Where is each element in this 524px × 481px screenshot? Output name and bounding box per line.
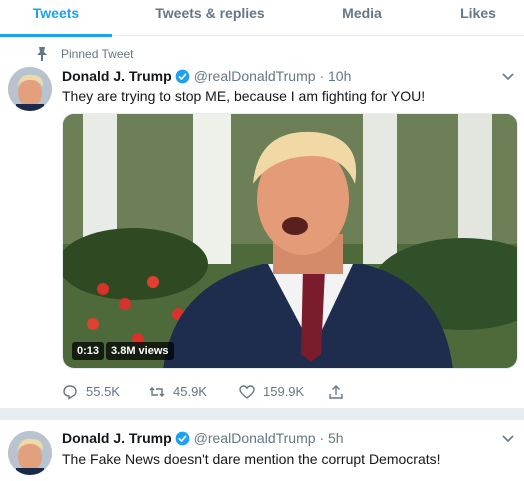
reply-icon <box>63 385 77 400</box>
timeline-separator <box>0 408 524 420</box>
avatar-image <box>8 67 52 111</box>
tweet-header: Donald J. Trump @realDonaldTrump · 10h <box>62 67 351 85</box>
pinned-label: Pinned Tweet <box>61 47 134 61</box>
video-thumbnail <box>63 114 517 368</box>
retweet-count: 45.9K <box>173 384 207 399</box>
verified-badge-icon <box>175 431 190 446</box>
tweet-timestamp[interactable]: 10h <box>328 68 351 84</box>
reply-count: 55.5K <box>86 384 120 399</box>
author-name[interactable]: Donald J. Trump <box>62 68 172 84</box>
separator-dot: · <box>319 68 325 84</box>
tweet-actions: 55.5K 45.9K 159.9K <box>62 382 362 402</box>
author-name[interactable]: Donald J. Trump <box>62 430 172 446</box>
pin-icon <box>37 47 47 61</box>
tweet[interactable]: Donald J. Trump @realDonaldTrump · 5h The… <box>0 420 524 481</box>
share-icon <box>329 385 343 399</box>
chevron-down-icon[interactable] <box>500 430 516 446</box>
profile-tabs: Tweets Tweets & replies Media Likes <box>0 0 524 37</box>
tweet-timestamp[interactable]: 5h <box>328 430 344 446</box>
author-handle[interactable]: @realDonaldTrump <box>194 68 316 84</box>
avatar[interactable] <box>8 67 52 111</box>
chevron-down-icon[interactable] <box>500 68 516 84</box>
verified-badge-icon <box>175 69 190 84</box>
author-handle[interactable]: @realDonaldTrump <box>194 430 316 446</box>
tweet-text: The Fake News doesn't dare mention the c… <box>62 451 441 467</box>
video-info-badge: 0:13 3.8M views <box>72 342 174 360</box>
tweet-pinned[interactable]: Pinned Tweet Donald J. Trump @realDonaldT… <box>0 36 524 408</box>
video-duration: 0:13 <box>72 342 105 360</box>
avatar[interactable] <box>8 431 52 475</box>
tab-media[interactable]: Media <box>330 0 394 36</box>
tab-tweets[interactable]: Tweets <box>0 0 112 37</box>
heart-icon <box>239 385 255 399</box>
tweet-text: They are trying to stop ME, because I am… <box>62 88 426 104</box>
tab-tweets-and-replies[interactable]: Tweets & replies <box>150 0 270 36</box>
video-player[interactable]: 0:13 3.8M views <box>62 113 518 369</box>
avatar-image <box>8 431 52 475</box>
separator-dot: · <box>319 430 325 446</box>
retweet-icon <box>149 387 165 397</box>
like-count: 159.9K <box>263 384 305 399</box>
tweet-header: Donald J. Trump @realDonaldTrump · 5h <box>62 429 344 447</box>
tab-likes[interactable]: Likes <box>450 0 506 36</box>
video-views: 3.8M views <box>106 342 174 360</box>
